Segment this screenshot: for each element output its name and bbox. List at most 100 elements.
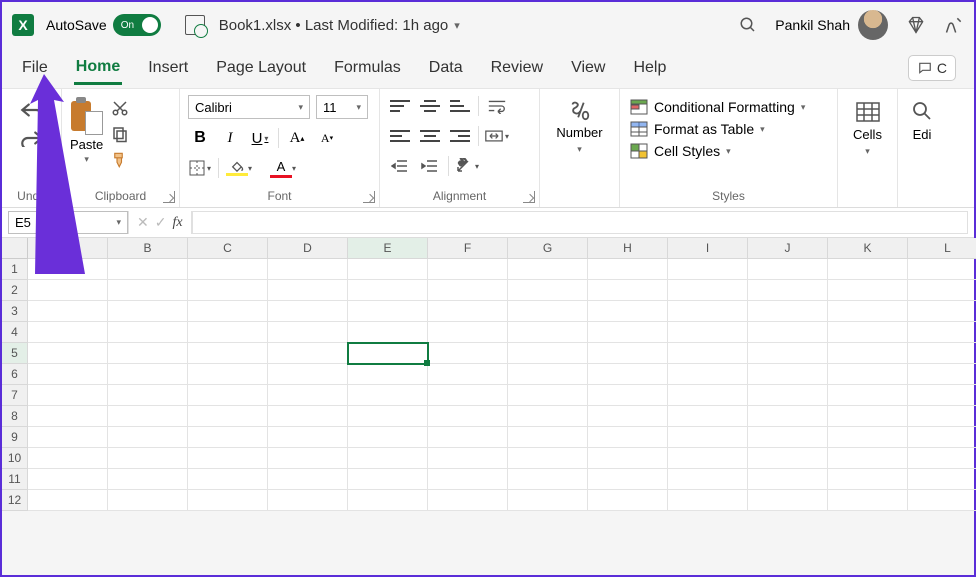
row-header[interactable]: 12 — [2, 490, 28, 511]
cell[interactable] — [348, 490, 428, 511]
orientation-icon[interactable]: ab▾ — [455, 155, 479, 177]
cell[interactable] — [508, 427, 588, 448]
cell[interactable] — [108, 280, 188, 301]
cell[interactable] — [428, 322, 508, 343]
cell[interactable] — [348, 469, 428, 490]
align-top-icon[interactable] — [388, 96, 412, 116]
cell[interactable] — [108, 322, 188, 343]
row-header[interactable]: 2 — [2, 280, 28, 301]
cell[interactable] — [588, 406, 668, 427]
cell[interactable] — [28, 469, 108, 490]
cell[interactable] — [668, 364, 748, 385]
cell[interactable] — [28, 343, 108, 364]
cell[interactable] — [748, 448, 828, 469]
cell[interactable] — [188, 343, 268, 364]
column-header[interactable]: H — [588, 238, 668, 259]
cell[interactable] — [828, 322, 908, 343]
copy-icon[interactable] — [109, 125, 131, 143]
cell[interactable] — [508, 259, 588, 280]
redo-icon[interactable] — [19, 129, 45, 147]
column-header[interactable]: G — [508, 238, 588, 259]
cell[interactable] — [28, 259, 108, 280]
cell[interactable] — [188, 259, 268, 280]
tab-insert[interactable]: Insert — [146, 53, 190, 83]
worksheet-grid[interactable]: ABCDEFGHIJKL123456789101112 — [2, 238, 974, 511]
cell[interactable] — [108, 490, 188, 511]
cell[interactable] — [508, 406, 588, 427]
cell[interactable] — [588, 259, 668, 280]
cell[interactable] — [828, 259, 908, 280]
cell[interactable] — [348, 343, 428, 364]
number-format-button[interactable]: Number ▾ — [548, 95, 610, 159]
column-header[interactable]: I — [668, 238, 748, 259]
cell[interactable] — [268, 469, 348, 490]
align-middle-icon[interactable] — [418, 96, 442, 116]
search-icon[interactable] — [739, 16, 757, 34]
cell[interactable] — [428, 301, 508, 322]
cell[interactable] — [908, 406, 976, 427]
conditional-formatting-button[interactable]: Conditional Formatting▾ — [630, 99, 805, 115]
cell[interactable] — [508, 490, 588, 511]
tab-view[interactable]: View — [569, 53, 607, 83]
format-as-table-button[interactable]: Format as Table▾ — [630, 121, 805, 137]
borders-button[interactable]: ▾ — [188, 157, 212, 179]
cell[interactable] — [268, 259, 348, 280]
cell[interactable] — [668, 259, 748, 280]
cell[interactable] — [28, 322, 108, 343]
cell[interactable] — [508, 322, 588, 343]
cell[interactable] — [188, 427, 268, 448]
cell[interactable] — [588, 469, 668, 490]
select-all-corner[interactable] — [2, 238, 28, 259]
cell[interactable] — [428, 259, 508, 280]
cell[interactable] — [908, 469, 976, 490]
cells-button[interactable]: Cells ▾ — [845, 95, 890, 161]
cell[interactable] — [28, 427, 108, 448]
cell[interactable] — [668, 427, 748, 448]
cell[interactable] — [748, 343, 828, 364]
tab-page-layout[interactable]: Page Layout — [214, 53, 308, 83]
cell[interactable] — [108, 448, 188, 469]
align-right-icon[interactable] — [448, 126, 472, 146]
cell[interactable] — [268, 322, 348, 343]
cell[interactable] — [188, 322, 268, 343]
cell[interactable] — [828, 385, 908, 406]
column-header[interactable]: F — [428, 238, 508, 259]
cell[interactable] — [908, 259, 976, 280]
cell[interactable] — [108, 364, 188, 385]
row-header[interactable]: 5 — [2, 343, 28, 364]
tab-home[interactable]: Home — [74, 52, 122, 85]
column-header[interactable]: K — [828, 238, 908, 259]
comments-button[interactable]: C — [908, 55, 956, 81]
row-header[interactable]: 3 — [2, 301, 28, 322]
column-header[interactable]: L — [908, 238, 976, 259]
cell[interactable] — [428, 364, 508, 385]
row-header[interactable]: 7 — [2, 385, 28, 406]
cell[interactable] — [588, 427, 668, 448]
cell[interactable] — [668, 280, 748, 301]
cell[interactable] — [748, 490, 828, 511]
cell[interactable] — [748, 259, 828, 280]
cell[interactable] — [108, 385, 188, 406]
cell[interactable] — [428, 343, 508, 364]
cell[interactable] — [348, 448, 428, 469]
merge-center-icon[interactable]: ▾ — [485, 125, 509, 147]
font-launcher[interactable] — [363, 191, 375, 203]
cell[interactable] — [188, 301, 268, 322]
cell[interactable] — [908, 490, 976, 511]
cell[interactable] — [28, 385, 108, 406]
cell[interactable] — [748, 322, 828, 343]
cell[interactable] — [828, 301, 908, 322]
cell[interactable] — [28, 364, 108, 385]
row-header[interactable]: 1 — [2, 259, 28, 280]
cell[interactable] — [108, 301, 188, 322]
cell[interactable] — [428, 280, 508, 301]
cell[interactable] — [428, 385, 508, 406]
cell[interactable] — [188, 406, 268, 427]
cell[interactable] — [668, 490, 748, 511]
cell[interactable] — [748, 301, 828, 322]
cell[interactable] — [588, 385, 668, 406]
cell[interactable] — [268, 364, 348, 385]
cell[interactable] — [428, 448, 508, 469]
cell[interactable] — [588, 301, 668, 322]
cell[interactable] — [188, 469, 268, 490]
